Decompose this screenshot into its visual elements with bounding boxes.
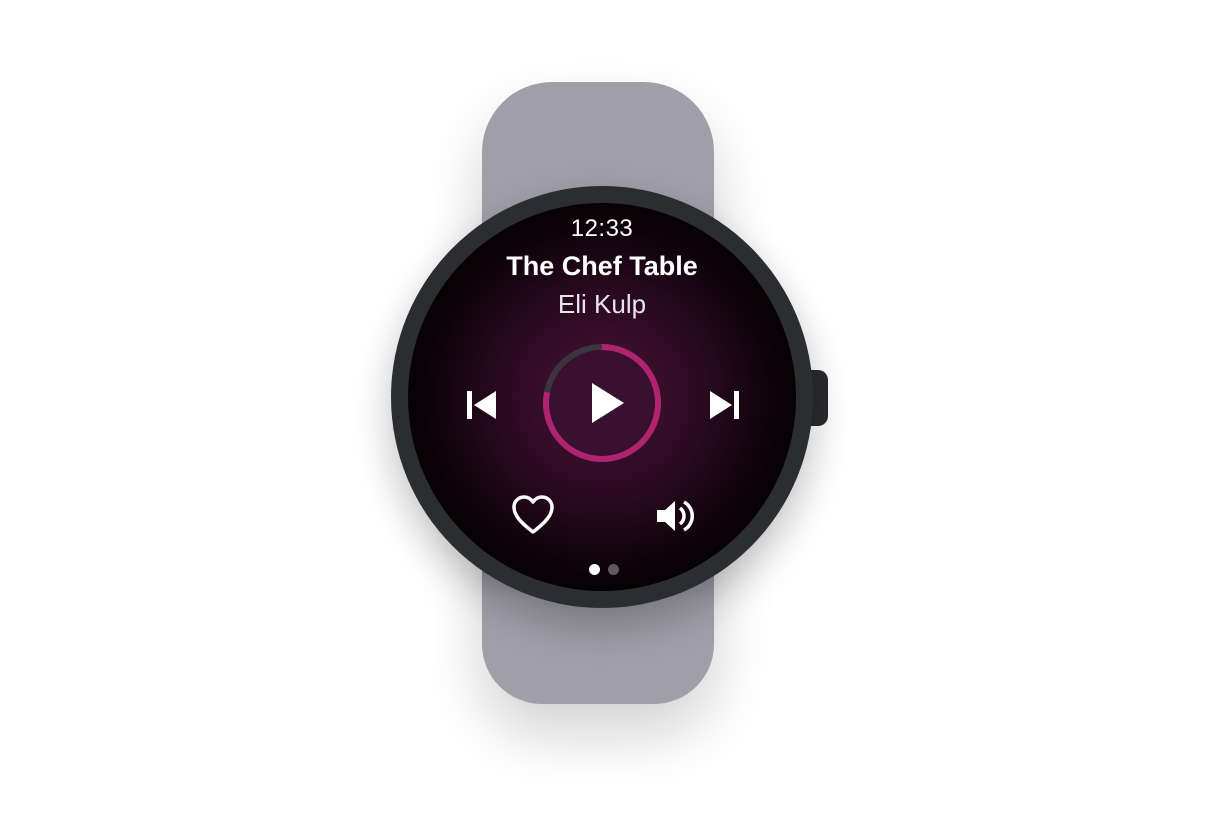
page-dot-1[interactable]	[589, 564, 600, 575]
track-artist: Eli Kulp	[557, 289, 647, 319]
skip-next-icon	[710, 391, 739, 419]
play-button[interactable]	[542, 343, 662, 463]
play-progress-ring	[543, 344, 661, 462]
previous-track-button[interactable]	[460, 383, 504, 427]
favorite-button[interactable]	[508, 491, 558, 539]
page-indicator	[584, 564, 624, 578]
next-track-button[interactable]	[702, 383, 746, 427]
volume-icon	[657, 500, 694, 532]
skip-previous-icon	[467, 391, 496, 419]
watch-screen: 12:33 The Chef Table Eli Kulp	[408, 203, 796, 591]
heart-icon	[512, 495, 554, 534]
watch-mockup: 12:33 The Chef Table Eli Kulp	[0, 0, 1218, 825]
track-title: The Chef Table	[506, 251, 698, 281]
page-dot-2[interactable]	[608, 564, 619, 575]
volume-button[interactable]	[650, 493, 700, 539]
clock-time: 12:33	[570, 215, 634, 242]
